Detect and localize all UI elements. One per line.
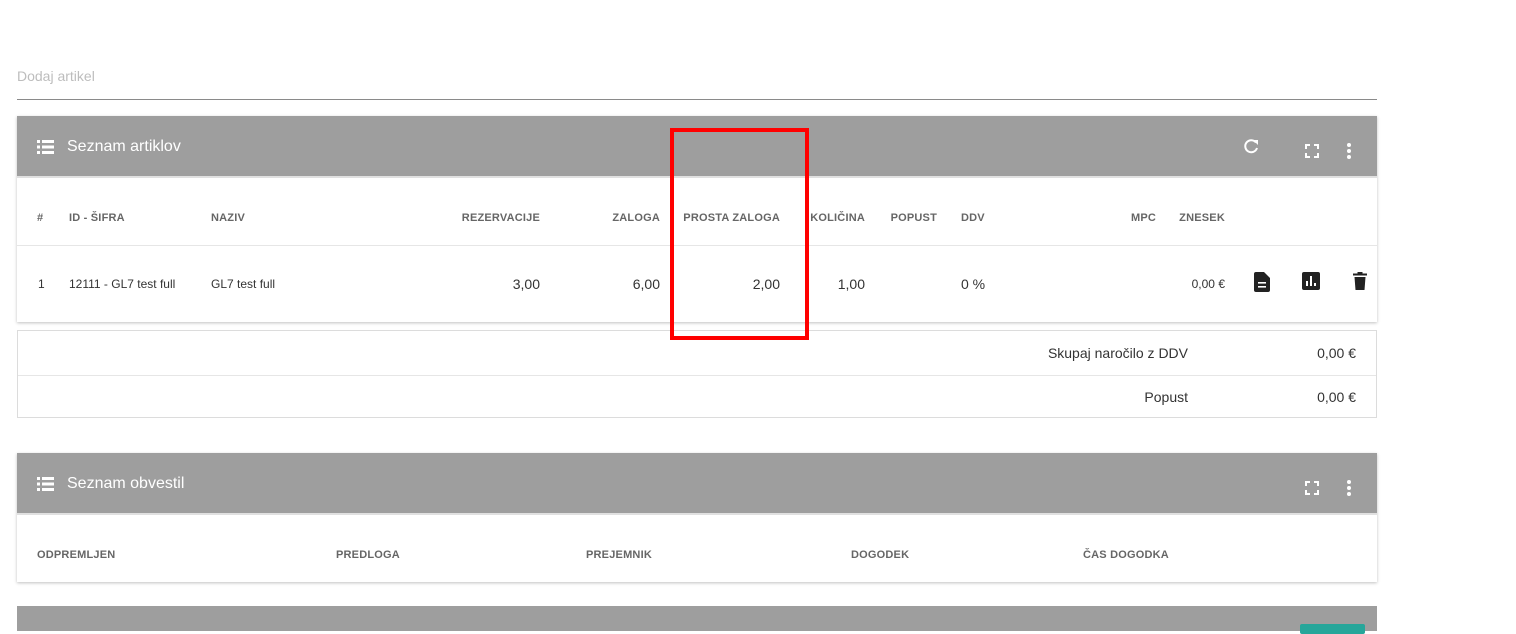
refresh-icon[interactable] — [1243, 139, 1259, 155]
bottom-panel — [17, 606, 1377, 631]
col-vat: DDV — [961, 212, 985, 224]
col-event-time: ČAS DOGODKA — [1083, 549, 1169, 561]
chart-icon[interactable] — [1302, 272, 1320, 290]
col-price: MPC — [1130, 212, 1156, 224]
order-total-value: 0,00 € — [1317, 345, 1356, 361]
fullscreen-icon[interactable] — [1305, 481, 1319, 495]
row-vat: 0 % — [961, 276, 986, 292]
order-total-row: Skupaj naročilo z DDV 0,00 € — [18, 331, 1376, 376]
discount-total-label: Popust — [1144, 389, 1188, 405]
discount-total-row: Popust 0,00 € — [18, 375, 1376, 419]
row-reservations: 3,00 — [512, 276, 540, 292]
articles-panel: Seznam artiklov # ID - ŠIFRA NAZIV REZER… — [17, 116, 1377, 322]
add-article-input[interactable] — [17, 60, 1377, 84]
header-divider — [17, 245, 1377, 246]
add-button[interactable] — [1300, 624, 1365, 634]
col-free-stock: PROSTA ZALOGA — [683, 212, 780, 224]
articles-panel-title: Seznam artiklov — [67, 138, 181, 155]
more-vert-icon[interactable] — [1346, 142, 1352, 160]
col-id: ID - ŠIFRA — [69, 212, 125, 224]
notifications-panel-title: Seznam obvestil — [67, 475, 185, 492]
row-amount: 0,00 € — [1191, 277, 1225, 291]
col-discount: POPUST — [890, 212, 937, 224]
document-icon[interactable] — [1254, 272, 1270, 292]
notifications-panel-header: Seznam obvestil — [17, 453, 1377, 515]
bottom-panel-header — [17, 606, 1377, 631]
row-id: 12111 - GL7 test full — [69, 277, 176, 291]
row-number: 1 — [38, 277, 45, 291]
articles-panel-header: Seznam artiklov — [17, 116, 1377, 178]
col-quantity: KOLIČINA — [810, 212, 865, 224]
row-quantity[interactable]: 1,00 — [838, 276, 865, 292]
list-icon — [37, 140, 54, 154]
fullscreen-icon[interactable] — [1305, 144, 1319, 158]
col-recipient: PREJEMNIK — [586, 549, 652, 561]
col-number: # — [37, 212, 44, 224]
notifications-panel: Seznam obvestil ODPREMLJEN PREDLOGA PREJ… — [17, 453, 1377, 582]
order-total-label: Skupaj naročilo z DDV — [1047, 345, 1188, 361]
trash-icon[interactable] — [1353, 272, 1367, 290]
col-event: DOGODEK — [851, 549, 910, 561]
list-icon — [37, 477, 54, 491]
col-sent: ODPREMLJEN — [37, 549, 116, 561]
add-article-field[interactable] — [17, 60, 1377, 100]
more-vert-icon[interactable] — [1346, 479, 1352, 497]
discount-total-value: 0,00 € — [1317, 389, 1356, 405]
col-name: NAZIV — [211, 212, 245, 224]
col-stock: ZALOGA — [612, 212, 660, 224]
col-reservations: REZERVACIJE — [461, 212, 540, 224]
col-amount: ZNESEK — [1179, 212, 1225, 224]
row-stock: 6,00 — [632, 276, 660, 292]
col-template: PREDLOGA — [336, 549, 400, 561]
row-free-stock: 2,00 — [752, 276, 780, 292]
order-totals: Skupaj naročilo z DDV 0,00 € Popust 0,00… — [17, 330, 1377, 418]
row-name: GL7 test full — [211, 277, 276, 291]
